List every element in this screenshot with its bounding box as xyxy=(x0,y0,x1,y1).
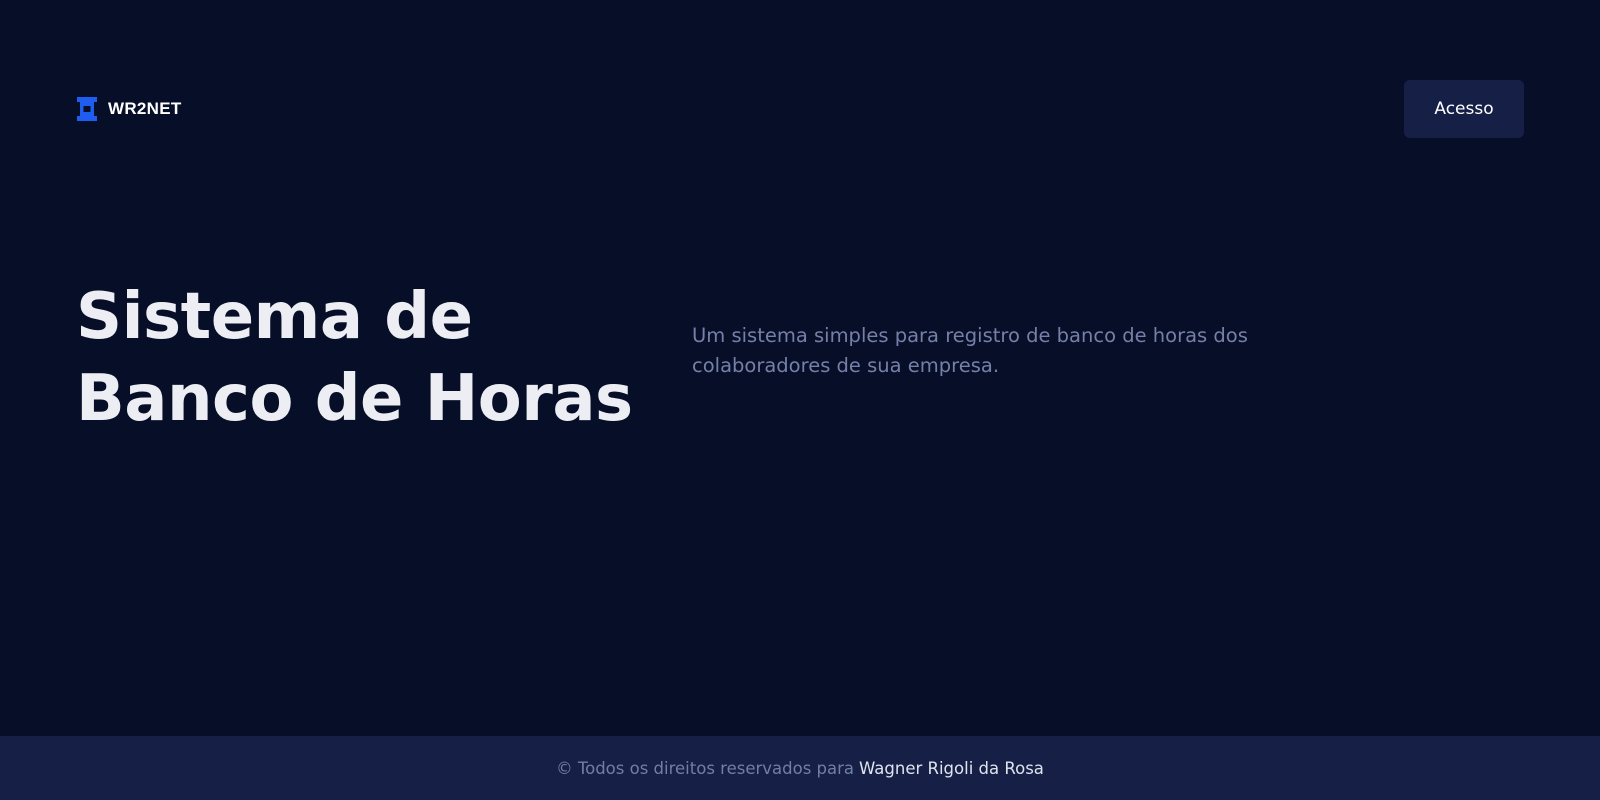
footer-author-link[interactable]: Wagner Rigoli da Rosa xyxy=(859,759,1044,778)
brand-logo-icon xyxy=(77,97,97,121)
access-button[interactable]: Acesso xyxy=(1404,80,1524,138)
footer-rights-text: © Todos os direitos reservados para xyxy=(556,758,855,778)
landing-page: WR2NET Acesso Sistema de Banco de Horas … xyxy=(0,0,1600,800)
hero-subtitle: Um sistema simples para registro de banc… xyxy=(692,324,1248,377)
page-title: Sistema de Banco de Horas xyxy=(76,276,636,440)
top-header: WR2NET Acesso xyxy=(0,0,1600,200)
title-line-2: Banco de Horas xyxy=(76,362,633,436)
brand-logo[interactable]: WR2NET xyxy=(77,97,182,121)
page-footer: © Todos os direitos reservados para Wagn… xyxy=(0,736,1600,800)
title-line-1: Sistema de xyxy=(76,280,473,354)
brand-name: WR2NET xyxy=(108,99,182,118)
